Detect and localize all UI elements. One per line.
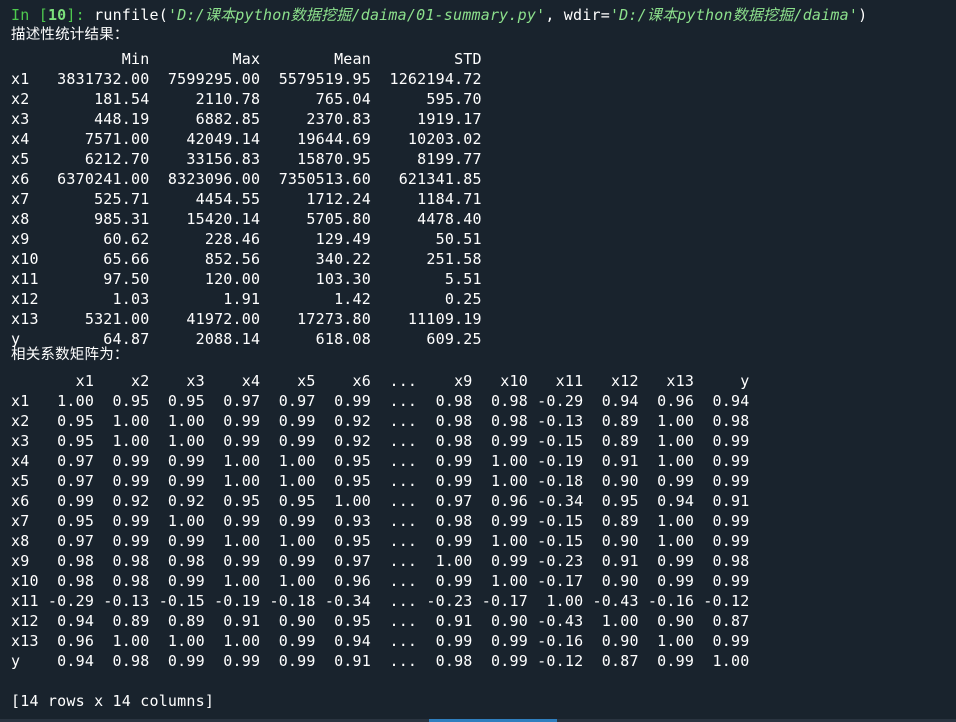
prompt-close: ]: (66, 6, 95, 24)
correlation-row: x9 0.98 0.98 0.98 0.99 0.99 0.97 ... 1.0… (11, 552, 750, 570)
correlation-row: x3 0.95 1.00 1.00 0.99 0.99 0.92 ... 0.9… (11, 432, 750, 450)
ipython-console[interactable]: In [10]: runfile('D:/课本python数据挖掘/daima/… (0, 0, 956, 720)
command-wdir-kw: , wdir= (545, 6, 610, 24)
summary-row: x9 60.62 228.46 129.49 50.51 (11, 230, 482, 248)
correlation-row: x12 0.94 0.89 0.89 0.91 0.90 0.95 ... 0.… (11, 612, 750, 630)
summary-row: x1 3831732.00 7599295.00 5579519.95 1262… (11, 70, 482, 88)
summary-row: x4 7571.00 42049.14 19644.69 10203.02 (11, 130, 482, 148)
summary-row: x6 6370241.00 8323096.00 7350513.60 6213… (11, 170, 482, 188)
table-footer: [14 rows x 14 columns] (11, 692, 215, 710)
correlation-row: x1 1.00 0.95 0.95 0.97 0.97 0.99 ... 0.9… (11, 392, 750, 410)
correlation-row: x5 0.97 0.99 0.99 1.00 1.00 0.95 ... 0.9… (11, 472, 750, 490)
correlation-header: x1 x2 x3 x4 x5 x6 ... x9 x10 x11 x12 x13… (11, 372, 750, 390)
summary-row: x2 181.54 2110.78 765.04 595.70 (11, 90, 482, 108)
correlation-row: x7 0.95 0.99 1.00 0.99 0.99 0.93 ... 0.9… (11, 512, 750, 530)
summary-row: x10 65.66 852.56 340.22 251.58 (11, 250, 482, 268)
correlation-row: y 0.94 0.98 0.99 0.99 0.99 0.91 ... 0.98… (11, 652, 750, 670)
summary-header: Min Max Mean STD (11, 50, 482, 68)
correlation-row: x2 0.95 1.00 1.00 0.99 0.99 0.92 ... 0.9… (11, 412, 750, 430)
summary-row: x7 525.71 4454.55 1712.24 1184.71 (11, 190, 482, 208)
correlation-row: x13 0.96 1.00 1.00 1.00 0.99 0.94 ... 0.… (11, 632, 750, 650)
prompt-number: 10 (47, 6, 67, 24)
prompt-label: In [ (11, 6, 48, 24)
command-wdir: 'D:/课本python数据挖掘/daima' (609, 6, 859, 24)
input-line[interactable]: In [10]: runfile('D:/课本python数据挖掘/daima/… (11, 5, 867, 25)
summary-row: x5 6212.70 33156.83 15870.95 8199.77 (11, 150, 482, 168)
summary-row: x3 448.19 6882.85 2370.83 1919.17 (11, 110, 482, 128)
correlation-row: x4 0.97 0.99 0.99 1.00 1.00 0.95 ... 0.9… (11, 452, 750, 470)
correlation-title: 相关系数矩阵为： (11, 347, 129, 363)
summary-row: x12 1.03 1.91 1.42 0.25 (11, 290, 482, 308)
summary-row: x11 97.50 120.00 103.30 5.51 (11, 270, 482, 288)
summary-row: x13 5321.00 41972.00 17273.80 11109.19 (11, 310, 482, 328)
summary-title: 描述性统计结果： (11, 27, 129, 43)
correlation-row: x8 0.97 0.99 0.99 1.00 1.00 0.95 ... 0.9… (11, 532, 750, 550)
command-runfile: runfile( (94, 6, 168, 24)
correlation-row: x10 0.98 0.98 0.99 1.00 1.00 0.96 ... 0.… (11, 572, 750, 590)
correlation-row: x6 0.99 0.92 0.92 0.95 0.95 1.00 ... 0.9… (11, 492, 750, 510)
command-path: 'D:/课本python数据挖掘/daima/01-summary.py' (167, 6, 546, 24)
command-close-paren: ) (858, 6, 868, 24)
correlation-row: x11 -0.29 -0.13 -0.15 -0.19 -0.18 -0.34 … (11, 592, 750, 610)
summary-row: x8 985.31 15420.14 5705.80 4478.40 (11, 210, 482, 228)
